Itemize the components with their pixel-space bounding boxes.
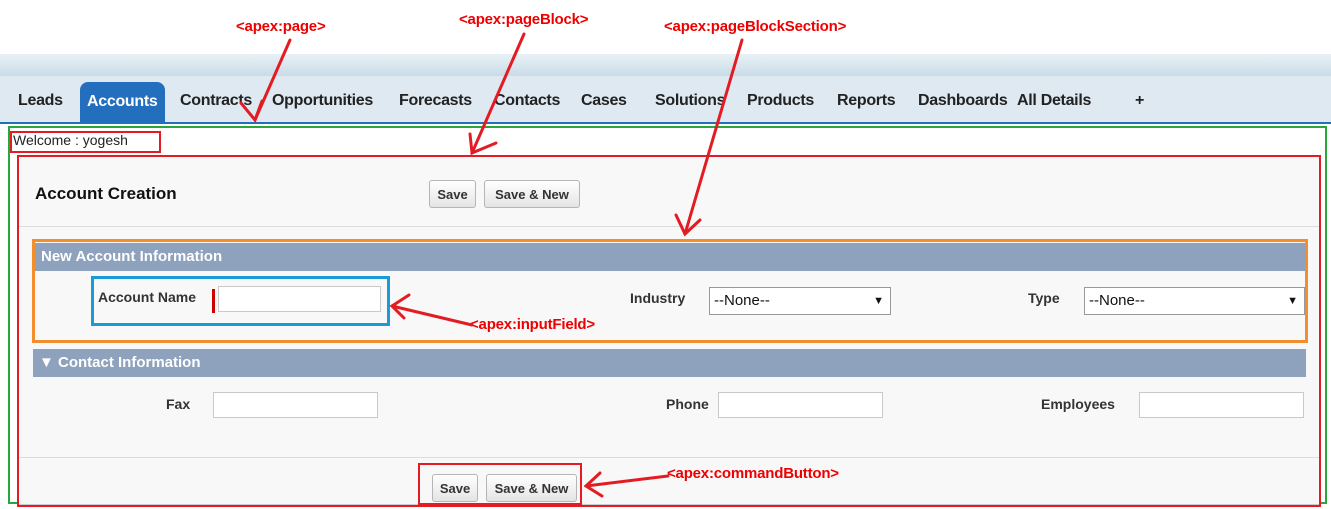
arrow-apex-pageblocksection xyxy=(674,38,744,237)
arrow-apex-page xyxy=(239,38,292,123)
arrow-apex-commandbutton xyxy=(583,471,670,498)
annotation-arrows xyxy=(239,32,744,498)
arrow-apex-inputfield xyxy=(389,293,474,327)
arrow-apex-pageblock xyxy=(468,32,526,156)
